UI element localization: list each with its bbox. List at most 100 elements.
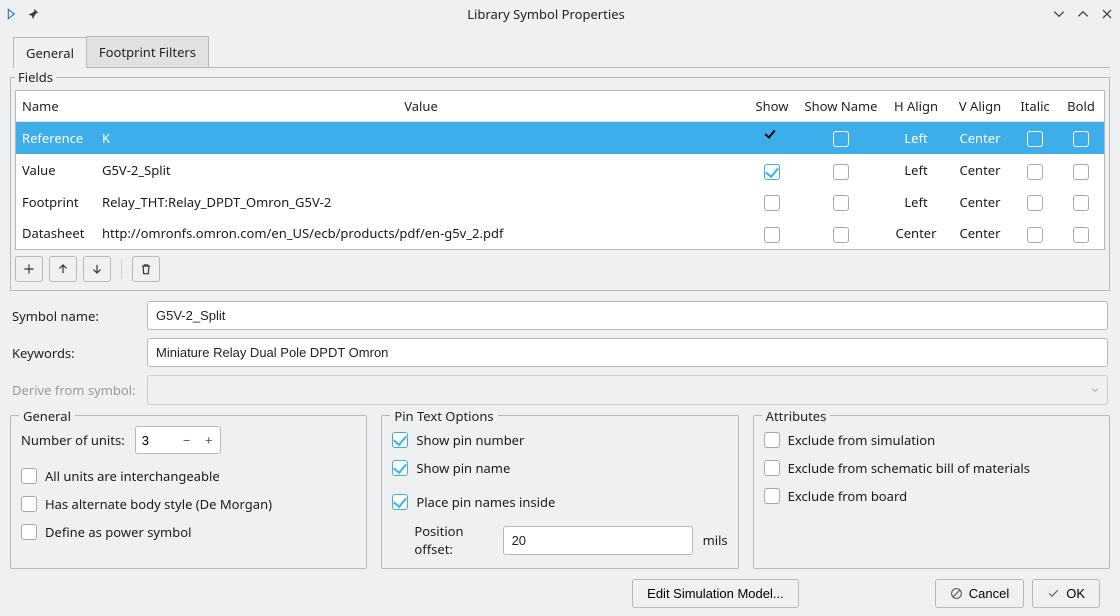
place-pin-names-inside-label: Place pin names inside (416, 493, 555, 511)
cell-name[interactable]: Value (16, 155, 96, 187)
cell-value[interactable]: K (96, 122, 746, 155)
cell-halign[interactable]: Left (884, 122, 948, 155)
table-row[interactable]: Datasheethttp://omronfs.omron.com/en_US/… (16, 218, 1104, 250)
cell-show-name-checkbox[interactable] (833, 195, 849, 211)
cell-show-name-checkbox[interactable] (833, 164, 849, 180)
cell-valign[interactable]: Center (948, 155, 1012, 187)
power-symbol-checkbox[interactable] (21, 524, 37, 540)
delete-field-button[interactable] (132, 256, 160, 282)
cell-valign[interactable]: Center (948, 186, 1012, 218)
fields-grid[interactable]: Name Value Show Show Name H Align V Alig… (15, 90, 1105, 250)
cell-show[interactable] (746, 186, 798, 218)
cell-value[interactable]: G5V-2_Split (96, 155, 746, 187)
cell-bold[interactable] (1058, 155, 1104, 187)
cell-show-checkbox[interactable] (764, 227, 780, 243)
cell-show[interactable] (746, 155, 798, 187)
cell-valign[interactable]: Center (948, 122, 1012, 155)
alternate-body-checkbox[interactable] (21, 496, 37, 512)
cell-name[interactable]: Datasheet (16, 218, 96, 250)
cell-halign[interactable]: Left (884, 186, 948, 218)
col-header-bold[interactable]: Bold (1058, 91, 1104, 122)
place-pin-names-inside-checkbox[interactable] (392, 494, 408, 510)
cell-show-checkbox[interactable] (764, 195, 780, 211)
col-header-show-name[interactable]: Show Name (798, 91, 884, 122)
col-header-halign[interactable]: H Align (884, 91, 948, 122)
alternate-body-label: Has alternate body style (De Morgan) (45, 495, 272, 513)
minimize-icon[interactable] (1052, 7, 1066, 21)
attributes-group-title: Attributes (762, 407, 831, 425)
cell-bold[interactable] (1058, 186, 1104, 218)
check-icon (1047, 587, 1060, 600)
ok-button[interactable]: OK (1032, 579, 1100, 608)
derive-from-select[interactable] (147, 375, 1108, 405)
cell-bold-checkbox[interactable] (1073, 195, 1089, 211)
cell-show-checkbox[interactable] (764, 164, 780, 180)
pin-icon[interactable] (26, 7, 40, 21)
cell-show-name[interactable] (798, 186, 884, 218)
exclude-bom-label: Exclude from schematic bill of materials (788, 459, 1030, 477)
cell-italic-checkbox[interactable] (1027, 131, 1043, 147)
symbol-name-label: Symbol name: (12, 307, 147, 325)
cell-bold-checkbox[interactable] (1073, 131, 1089, 147)
col-header-name[interactable]: Name (16, 91, 96, 122)
tab-footprint-filters[interactable]: Footprint Filters (86, 36, 209, 67)
close-icon[interactable] (1100, 7, 1114, 21)
cell-show-name[interactable] (798, 218, 884, 250)
cell-italic[interactable] (1012, 186, 1058, 218)
cell-bold[interactable] (1058, 218, 1104, 250)
maximize-icon[interactable] (1076, 7, 1090, 21)
cell-show[interactable] (746, 218, 798, 250)
table-row[interactable]: ValueG5V-2_Split LeftCenter (16, 155, 1104, 187)
show-pin-number-checkbox[interactable] (392, 432, 408, 448)
cell-bold-checkbox[interactable] (1073, 227, 1089, 243)
cell-name[interactable]: Reference (16, 122, 96, 155)
cell-italic-checkbox[interactable] (1027, 195, 1043, 211)
number-of-units-spinner[interactable]: − + (135, 426, 221, 454)
cell-show-name[interactable] (798, 122, 884, 155)
all-units-interchangeable-checkbox[interactable] (21, 468, 37, 484)
cell-show-name[interactable] (798, 155, 884, 187)
col-header-italic[interactable]: Italic (1012, 91, 1058, 122)
cell-bold-checkbox[interactable] (1073, 164, 1089, 180)
exclude-bom-checkbox[interactable] (764, 460, 780, 476)
table-row[interactable]: ReferenceK LeftCenter (16, 122, 1104, 155)
cell-value[interactable]: http://omronfs.omron.com/en_US/ecb/produ… (96, 218, 746, 250)
symbol-name-input[interactable] (147, 301, 1108, 330)
cell-italic[interactable] (1012, 155, 1058, 187)
cancel-button[interactable]: Cancel (935, 579, 1024, 608)
move-up-button[interactable] (49, 256, 77, 282)
move-down-button[interactable] (83, 256, 111, 282)
cell-italic[interactable] (1012, 218, 1058, 250)
number-of-units-value[interactable] (136, 433, 176, 448)
cell-show-name-checkbox[interactable] (833, 227, 849, 243)
cell-name[interactable]: Footprint (16, 186, 96, 218)
cell-value[interactable]: Relay_THT:Relay_DPDT_Omron_G5V-2 (96, 186, 746, 218)
power-symbol-label: Define as power symbol (45, 523, 191, 541)
cell-show[interactable] (746, 122, 798, 155)
show-pin-number-label: Show pin number (416, 431, 524, 449)
cell-italic[interactable] (1012, 122, 1058, 155)
cell-show-name-checkbox[interactable] (833, 131, 849, 147)
cell-bold[interactable] (1058, 122, 1104, 155)
spinner-plus-icon[interactable]: + (198, 431, 220, 449)
cell-halign[interactable]: Center (884, 218, 948, 250)
exclude-sim-checkbox[interactable] (764, 432, 780, 448)
tab-general[interactable]: General (13, 37, 87, 68)
add-field-button[interactable] (15, 256, 43, 282)
position-offset-label: Position offset: (414, 522, 492, 558)
col-header-value[interactable]: Value (96, 91, 746, 122)
exclude-board-checkbox[interactable] (764, 488, 780, 504)
col-header-show[interactable]: Show (746, 91, 798, 122)
table-row[interactable]: FootprintRelay_THT:Relay_DPDT_Omron_G5V-… (16, 186, 1104, 218)
cell-italic-checkbox[interactable] (1027, 227, 1043, 243)
keywords-input[interactable] (147, 338, 1108, 367)
spinner-minus-icon[interactable]: − (176, 431, 198, 449)
position-offset-input[interactable] (503, 526, 693, 555)
edit-simulation-model-button[interactable]: Edit Simulation Model... (632, 579, 799, 608)
cell-italic-checkbox[interactable] (1027, 164, 1043, 180)
col-header-valign[interactable]: V Align (948, 91, 1012, 122)
show-pin-name-checkbox[interactable] (392, 460, 408, 476)
cell-valign[interactable]: Center (948, 218, 1012, 250)
cell-halign[interactable]: Left (884, 155, 948, 187)
tab-bar: General Footprint Filters (14, 36, 1110, 68)
